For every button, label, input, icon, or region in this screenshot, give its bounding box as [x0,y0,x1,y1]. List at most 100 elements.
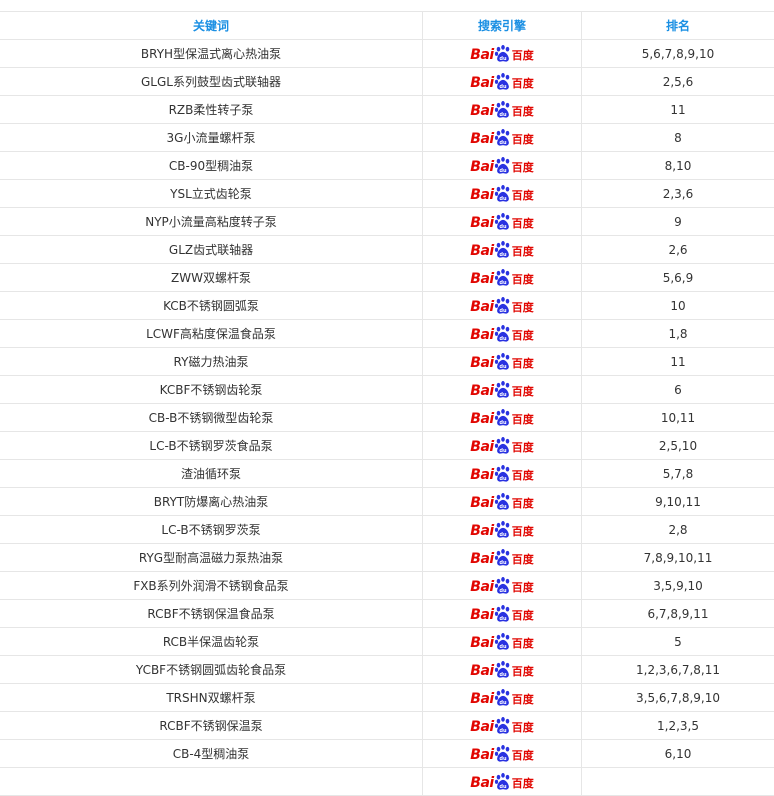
table-row: YSL立式齿轮泵 Bai du 百度 2,3,6 [0,180,774,208]
rank-cell: 2,3,6 [662,186,694,201]
svg-text:du: du [499,672,507,678]
svg-text:du: du [499,504,507,510]
rank-cell: 8,10 [664,158,692,173]
baidu-logo: Bai du 百度 [470,408,534,430]
baidu-logo-text: Bai [470,74,494,91]
baidu-paw-icon: du [494,212,512,231]
table-row: BRYT防爆离心热油泵 Bai du 百度 9,10,11 [0,488,774,516]
table-header-row: 关键词 搜索引擎 排名 [0,12,774,40]
engine-cell: Bai du 百度 [423,180,582,207]
table-row: FXB系列外润滑不锈钢食品泵 Bai du 百度 3,5,9,10 [0,572,774,600]
keyword-cell: RCBF不锈钢保温泵 [0,712,423,739]
engine-cell: Bai du 百度 [423,68,582,95]
keyword-cell: CB-B不锈钢微型齿轮泵 [0,404,423,431]
table-row: RZB柔性转子泵 Bai du 百度 11 [0,96,774,124]
svg-text:du: du [499,560,507,566]
svg-text:du: du [499,56,507,62]
rank-cell: 2,5,6 [662,74,694,89]
baidu-logo: Bai du 百度 [470,324,534,346]
svg-text:du: du [499,364,507,370]
rank-cell: 2,5,10 [658,438,698,453]
engine-cell: Bai du 百度 [423,292,582,319]
baidu-logo-text: Bai [470,718,494,735]
baidu-logo-text: Bai [470,242,494,259]
table-row: CB-90型稠油泵 Bai du 百度 8,10 [0,152,774,180]
baidu-logo: Bai du 百度 [470,296,534,318]
baidu-logo-chinese: 百度 [511,301,534,314]
baidu-logo-chinese: 百度 [511,581,534,594]
keyword-cell: BRYH型保温式离心热油泵 [0,40,423,67]
keyword-cell: RCB半保温齿轮泵 [0,628,423,655]
rank-cell: 3,5,9,10 [653,578,703,593]
baidu-logo-chinese: 百度 [511,469,534,482]
baidu-logo-text: Bai [470,186,494,203]
engine-cell: Bai du 百度 [423,488,582,515]
baidu-logo: Bai du 百度 [470,128,534,150]
table-row: RYG型耐高温磁力泵热油泵 Bai du 百度 7,8,9,10,11 [0,544,774,572]
baidu-paw-icon: du [494,492,512,511]
engine-cell: Bai du 百度 [423,684,582,711]
baidu-logo-chinese: 百度 [511,749,534,762]
baidu-paw-icon: du [494,520,512,539]
rank-cell: 2,8 [668,522,688,537]
baidu-logo-text: Bai [470,774,494,791]
keyword-cell: CB-90型稠油泵 [0,152,423,179]
baidu-logo: Bai du 百度 [470,184,534,206]
rank-cell: 5 [674,634,682,649]
engine-cell: Bai du 百度 [423,124,582,151]
baidu-logo-chinese: 百度 [511,497,534,510]
baidu-logo-text: Bai [470,606,494,623]
baidu-paw-icon: du [494,156,512,175]
engine-cell: Bai du 百度 [423,236,582,263]
rank-cell: 5,7,8 [662,466,694,481]
baidu-logo-text: Bai [470,214,494,231]
engine-cell: Bai du 百度 [423,600,582,627]
table-row: 渣油循环泵 Bai du 百度 5,7,8 [0,460,774,488]
baidu-paw-icon: du [494,100,512,119]
table-row: ZWW双螺杆泵 Bai du 百度 5,6,9 [0,264,774,292]
baidu-logo: Bai du 百度 [470,268,534,290]
baidu-paw-icon: du [494,548,512,567]
baidu-logo-text: Bai [470,438,494,455]
baidu-logo: Bai du 百度 [470,156,534,178]
baidu-paw-icon: du [494,716,512,735]
keyword-cell: ZWW双螺杆泵 [0,264,423,291]
rank-cell: 8 [674,130,682,145]
baidu-logo-text: Bai [470,158,494,175]
keyword-cell: NYP小流量高粘度转子泵 [0,208,423,235]
baidu-logo-chinese: 百度 [511,273,534,286]
baidu-logo-text: Bai [470,298,494,315]
baidu-paw-icon: du [494,380,512,399]
keyword-cell: RCBF不锈钢保温食品泵 [0,600,423,627]
table-row: TRSHN双螺杆泵 Bai du 百度 3,5,6,7,8,9,10 [0,684,774,712]
svg-text:du: du [499,308,507,314]
baidu-logo-text: Bai [470,466,494,483]
svg-text:du: du [499,224,507,230]
keyword-cell: RZB柔性转子泵 [0,96,423,123]
baidu-logo: Bai du 百度 [470,72,534,94]
keyword-cell: KCB不锈钢圆弧泵 [0,292,423,319]
engine-cell: Bai du 百度 [423,376,582,403]
baidu-logo: Bai du 百度 [470,688,534,710]
engine-cell: Bai du 百度 [423,96,582,123]
baidu-logo-text: Bai [470,102,494,119]
baidu-paw-icon: du [494,268,512,287]
baidu-logo-chinese: 百度 [511,161,534,174]
engine-column-header: 搜索引擎 [423,12,582,39]
keyword-cell: BRYT防爆离心热油泵 [0,488,423,515]
baidu-logo: Bai du 百度 [470,604,534,626]
rank-cell: 11 [670,354,686,369]
engine-cell: Bai du 百度 [423,572,582,599]
baidu-paw-icon: du [494,352,512,371]
baidu-logo-text: Bai [470,662,494,679]
baidu-logo-text: Bai [470,550,494,567]
table-row: NYP小流量高粘度转子泵 Bai du 百度 9 [0,208,774,236]
baidu-logo-text: Bai [470,746,494,763]
baidu-logo: Bai du 百度 [470,744,534,766]
svg-text:du: du [499,420,507,426]
svg-text:du: du [499,112,507,118]
baidu-paw-icon: du [494,688,512,707]
baidu-logo: Bai du 百度 [470,492,534,514]
baidu-logo: Bai du 百度 [470,240,534,262]
rank-cell [582,768,774,795]
